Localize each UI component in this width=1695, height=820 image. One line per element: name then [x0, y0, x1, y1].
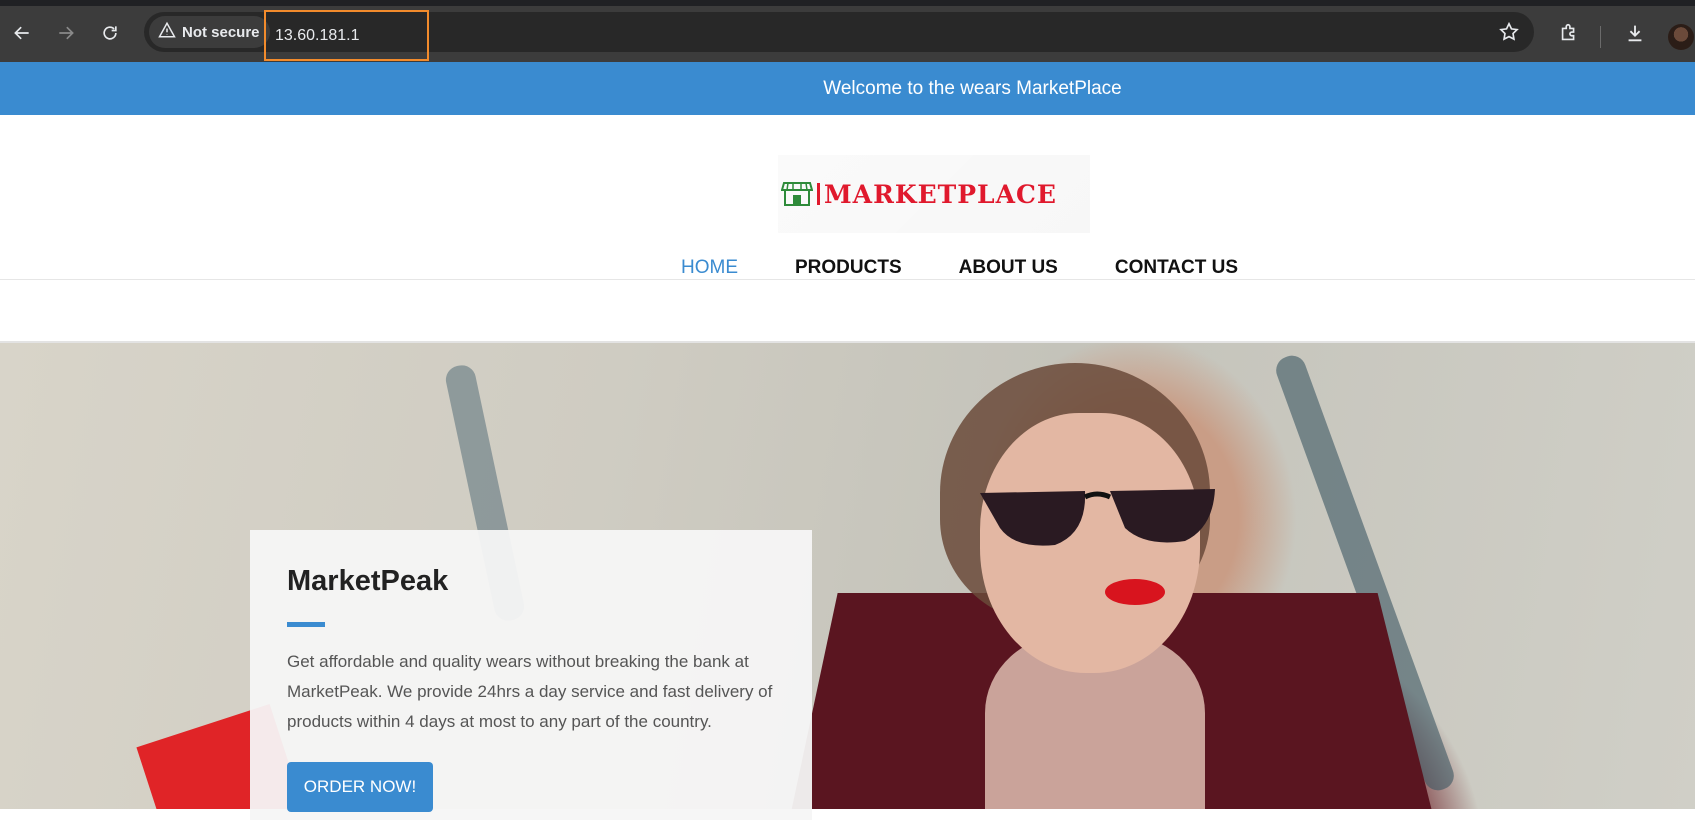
security-chip[interactable]: Not secure — [149, 16, 270, 48]
toolbar-divider — [1600, 26, 1601, 48]
nav-divider — [0, 279, 1695, 280]
profile-avatar[interactable] — [1668, 24, 1694, 50]
back-icon[interactable] — [8, 19, 36, 47]
url-input[interactable]: 13.60.181.1 — [264, 10, 429, 61]
site-header: MARKETPLACE HOME PRODUCTS ABOUT US CONTA… — [0, 115, 1695, 343]
nav-products[interactable]: PRODUCTS — [795, 257, 902, 279]
logo-divider — [817, 183, 820, 205]
hero-card: MarketPeak Get affordable and quality we… — [250, 530, 812, 820]
security-label: Not secure — [182, 23, 260, 41]
reload-icon[interactable] — [96, 19, 124, 47]
browser-toolbar: Not secure 13.60.181.1 — [0, 0, 1695, 62]
site-logo[interactable]: MARKETPLACE — [778, 155, 1090, 233]
star-icon[interactable] — [1498, 21, 1520, 48]
forward-icon[interactable] — [52, 19, 80, 47]
download-icon[interactable] — [1621, 19, 1649, 47]
sunglasses — [980, 489, 1215, 546]
welcome-banner: Welcome to the wears MarketPlace — [0, 62, 1695, 115]
main-nav: HOME PRODUCTS ABOUT US CONTACT US — [681, 257, 1238, 279]
address-bar[interactable]: Not secure 13.60.181.1 — [144, 10, 1534, 61]
store-icon — [781, 182, 813, 206]
extensions-icon[interactable] — [1555, 19, 1583, 47]
title-accent-bar — [287, 622, 325, 627]
nav-home[interactable]: HOME — [681, 257, 738, 279]
nav-about[interactable]: ABOUT US — [959, 257, 1058, 279]
order-now-button[interactable]: ORDER NOW! — [287, 762, 433, 812]
hero-description: Get affordable and quality wears without… — [287, 652, 773, 731]
nav-contact[interactable]: CONTACT US — [1115, 257, 1238, 279]
warning-icon — [158, 21, 176, 43]
hero-title: MarketPeak — [287, 565, 449, 597]
lips — [1105, 579, 1165, 605]
logo-text: MARKETPLACE — [824, 179, 1057, 209]
